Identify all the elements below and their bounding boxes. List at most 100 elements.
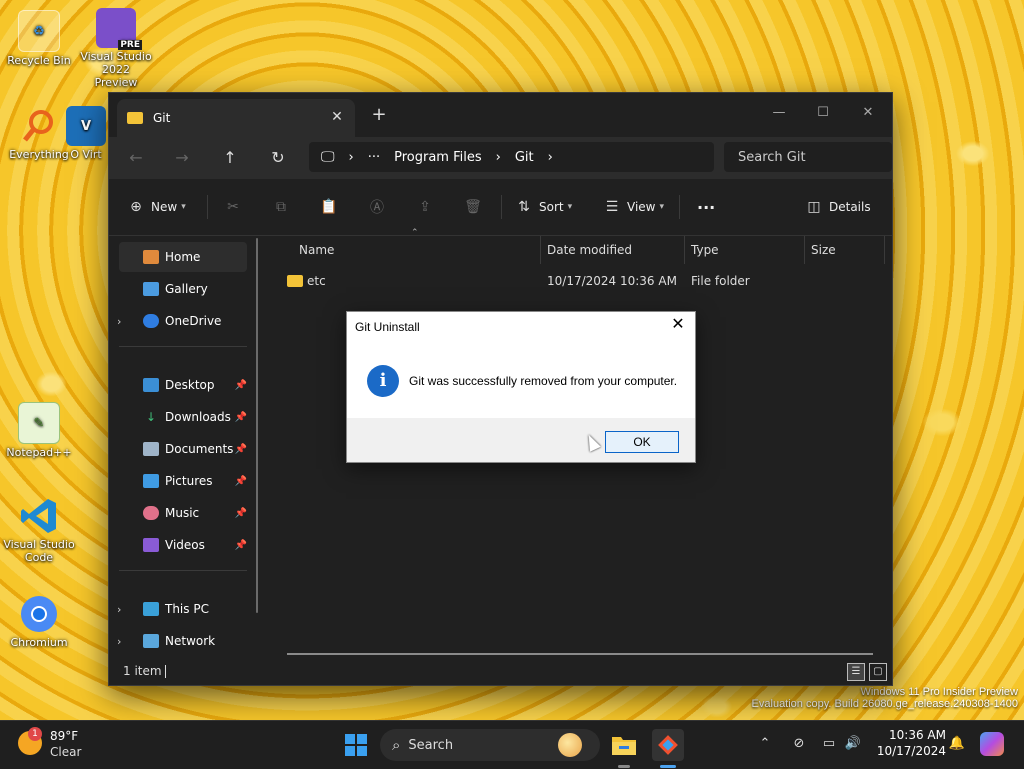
chevron-right-icon: › [348, 149, 354, 165]
column-header-name[interactable]: Name [299, 236, 334, 264]
column-header-date-modified[interactable]: Date modified [547, 236, 632, 264]
new-button[interactable]: ⊕ New ▾ [127, 197, 186, 217]
forward-button[interactable]: → [171, 147, 193, 169]
breadcrumb-program-files[interactable]: Program Files [394, 150, 482, 165]
desktop-icon-everything[interactable]: Everything [3, 106, 75, 161]
clock[interactable]: 10:36 AM 10/17/2024 [870, 728, 946, 758]
sidebar-item-music[interactable]: Music 📌 [119, 498, 247, 528]
more-options-button[interactable]: ··· [697, 197, 715, 217]
sidebar-item-label: Videos [165, 538, 205, 552]
cut-button[interactable]: ✂ [224, 197, 242, 217]
details-view-toggle[interactable]: ☰ [847, 663, 865, 681]
minimize-button[interactable]: — [757, 99, 801, 127]
notepadpp-icon: ✎ [18, 402, 60, 444]
sidebar-item-network[interactable]: › Network [117, 626, 247, 656]
dialog-close-button[interactable]: ✕ [669, 316, 687, 334]
desktop-icon-label: Chromium [10, 636, 68, 649]
desktop-icon-oracle-vm[interactable]: V O Virt [66, 106, 106, 161]
sidebar-item-downloads[interactable]: ↓ Downloads 📌 [119, 402, 247, 432]
sidebar-item-label: Desktop [165, 378, 215, 392]
close-tab-button[interactable]: ✕ [329, 109, 345, 125]
column-header-type[interactable]: Type [691, 236, 719, 264]
paste-button[interactable]: 📋 [320, 197, 338, 217]
new-tab-button[interactable]: + [369, 105, 389, 125]
desktop-icon-label: Notepad++ [6, 446, 72, 459]
search-placeholder: Search Git [738, 149, 806, 165]
table-row[interactable]: etc 10/17/2024 10:36 AM File folder [281, 270, 881, 294]
weather-desc: Clear [50, 745, 82, 759]
taskbar-file-explorer[interactable] [608, 729, 640, 761]
display-icon[interactable]: ▭ [820, 735, 838, 753]
tab-git[interactable]: Git ✕ [117, 99, 355, 137]
up-button[interactable]: ↑ [219, 147, 241, 169]
ok-button[interactable]: OK [605, 431, 679, 453]
taskbar-search[interactable]: ⌕ Search [380, 729, 600, 761]
tiles-view-toggle[interactable]: ▢ [869, 663, 887, 681]
copy-button[interactable]: ⧉ [272, 197, 290, 217]
desktop-icon-vscode[interactable]: Visual Studio Code [3, 496, 75, 564]
volume-icon[interactable]: 🔊 [844, 735, 862, 753]
column-header-size[interactable]: Size [811, 236, 836, 264]
chromium-icon [19, 594, 59, 634]
desktop-icon-visual-studio-preview[interactable]: PRE Visual Studio 2022 Preview [80, 8, 152, 89]
sort-icon: ⇅ [518, 199, 530, 215]
column-divider[interactable] [804, 236, 805, 264]
maximize-button[interactable]: ☐ [801, 99, 845, 127]
sort-button[interactable]: ⇅ Sort ▾ [515, 197, 572, 217]
close-window-button[interactable]: ✕ [846, 99, 890, 127]
taskbar: 1 89°F Clear ⌕ Search ⌃ ⊘ ▭ 🔊 10:36 AM 1… [0, 720, 1024, 769]
chevron-right-icon[interactable]: › [117, 635, 127, 648]
search-icon: ⌕ [392, 736, 401, 754]
copilot-icon[interactable] [980, 732, 1004, 756]
scissors-icon: ✂ [227, 199, 239, 215]
sidebar-item-documents[interactable]: Documents 📌 [119, 434, 247, 464]
chevron-down-icon: ▾ [181, 202, 186, 212]
rename-button[interactable]: Ⓐ [368, 197, 386, 217]
sidebar-item-this-pc[interactable]: › This PC [117, 594, 247, 624]
breadcrumb-more[interactable]: ··· [368, 150, 380, 165]
start-button[interactable] [340, 729, 372, 761]
delete-button[interactable]: 🗑 [464, 197, 482, 217]
search-input[interactable]: Search Git [724, 142, 892, 172]
view-button[interactable]: ☰ View ▾ [603, 197, 664, 217]
details-pane-button[interactable]: ◫ Details [805, 197, 870, 217]
desktop-icon-chromium[interactable]: Chromium [3, 594, 75, 649]
horizontal-scrollbar[interactable] [287, 653, 873, 655]
back-button[interactable]: ← [125, 147, 147, 169]
taskbar-git-installer[interactable] [652, 729, 684, 761]
sidebar-item-gallery[interactable]: Gallery [119, 274, 247, 304]
desktop-icon-label: Visual Studio 2022 Preview [80, 50, 152, 89]
sidebar-item-desktop[interactable]: Desktop 📌 [119, 370, 247, 400]
status-bar: 1 item ☰ ▢ [109, 660, 892, 685]
desktop-icon [143, 378, 159, 392]
column-divider[interactable] [684, 236, 685, 264]
sidebar-item-onedrive[interactable]: › OneDrive [117, 306, 247, 336]
monitor-icon: 🖵 [321, 149, 335, 165]
sidebar-item-videos[interactable]: Videos 📌 [119, 530, 247, 560]
breadcrumb-git[interactable]: Git [515, 150, 534, 165]
sidebar-item-label: Music [165, 506, 200, 520]
refresh-button[interactable]: ↻ [267, 147, 289, 169]
weather-widget[interactable]: 1 89°F Clear [18, 727, 98, 763]
clock-time: 10:36 AM [889, 728, 946, 742]
bell-icon[interactable]: 🔔 [948, 735, 966, 753]
file-name: etc [307, 274, 326, 288]
chevron-down-icon: ▾ [567, 202, 573, 212]
address-bar[interactable]: 🖵 › ··· Program Files › Git › [309, 142, 714, 172]
sidebar-item-pictures[interactable]: Pictures 📌 [119, 466, 247, 496]
desktop-icon-notepadpp[interactable]: ✎ Notepad++ [3, 402, 75, 459]
sidebar-scrollbar[interactable] [256, 238, 258, 613]
column-divider[interactable] [884, 236, 885, 264]
sidebar-item-home[interactable]: Home [119, 242, 247, 272]
file-type: File folder [691, 274, 750, 288]
chevron-right-icon[interactable]: › [117, 603, 127, 616]
chevron-right-icon[interactable]: › [117, 315, 127, 328]
chevron-down-icon: ▾ [659, 202, 665, 212]
pin-icon: 📌 [234, 411, 247, 423]
network-off-icon[interactable]: ⊘ [790, 735, 808, 753]
column-divider[interactable] [540, 236, 541, 264]
desktop-icon-recycle-bin[interactable]: ♻ Recycle Bin [3, 10, 75, 67]
view-label: View [627, 200, 656, 214]
share-button[interactable]: ⇪ [416, 197, 434, 217]
chevron-up-icon[interactable]: ⌃ [756, 735, 774, 753]
